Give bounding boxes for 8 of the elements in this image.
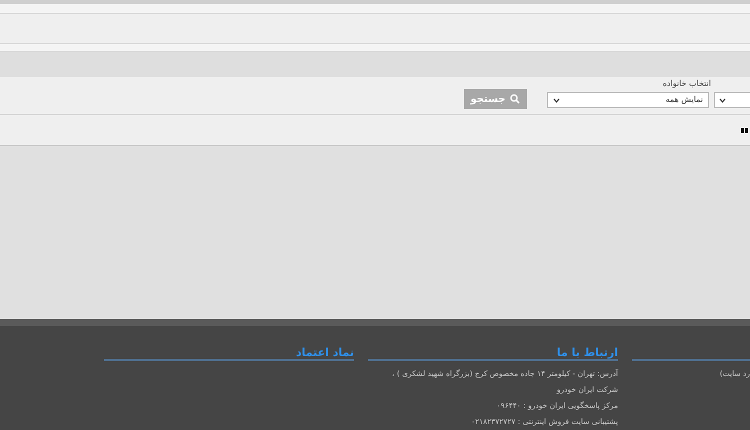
search-icon bbox=[510, 94, 520, 104]
grid-view-icon[interactable] bbox=[741, 128, 748, 132]
field-label: انتخاب خانواده bbox=[662, 78, 711, 90]
column-heading: نماد اعتماد bbox=[296, 347, 354, 358]
chevron-down-icon bbox=[553, 98, 560, 102]
family-dropdown[interactable]: نمایش همه bbox=[547, 92, 709, 108]
chevron-down-icon bbox=[719, 98, 726, 102]
column-heading: ارتباط با ما bbox=[556, 347, 618, 358]
